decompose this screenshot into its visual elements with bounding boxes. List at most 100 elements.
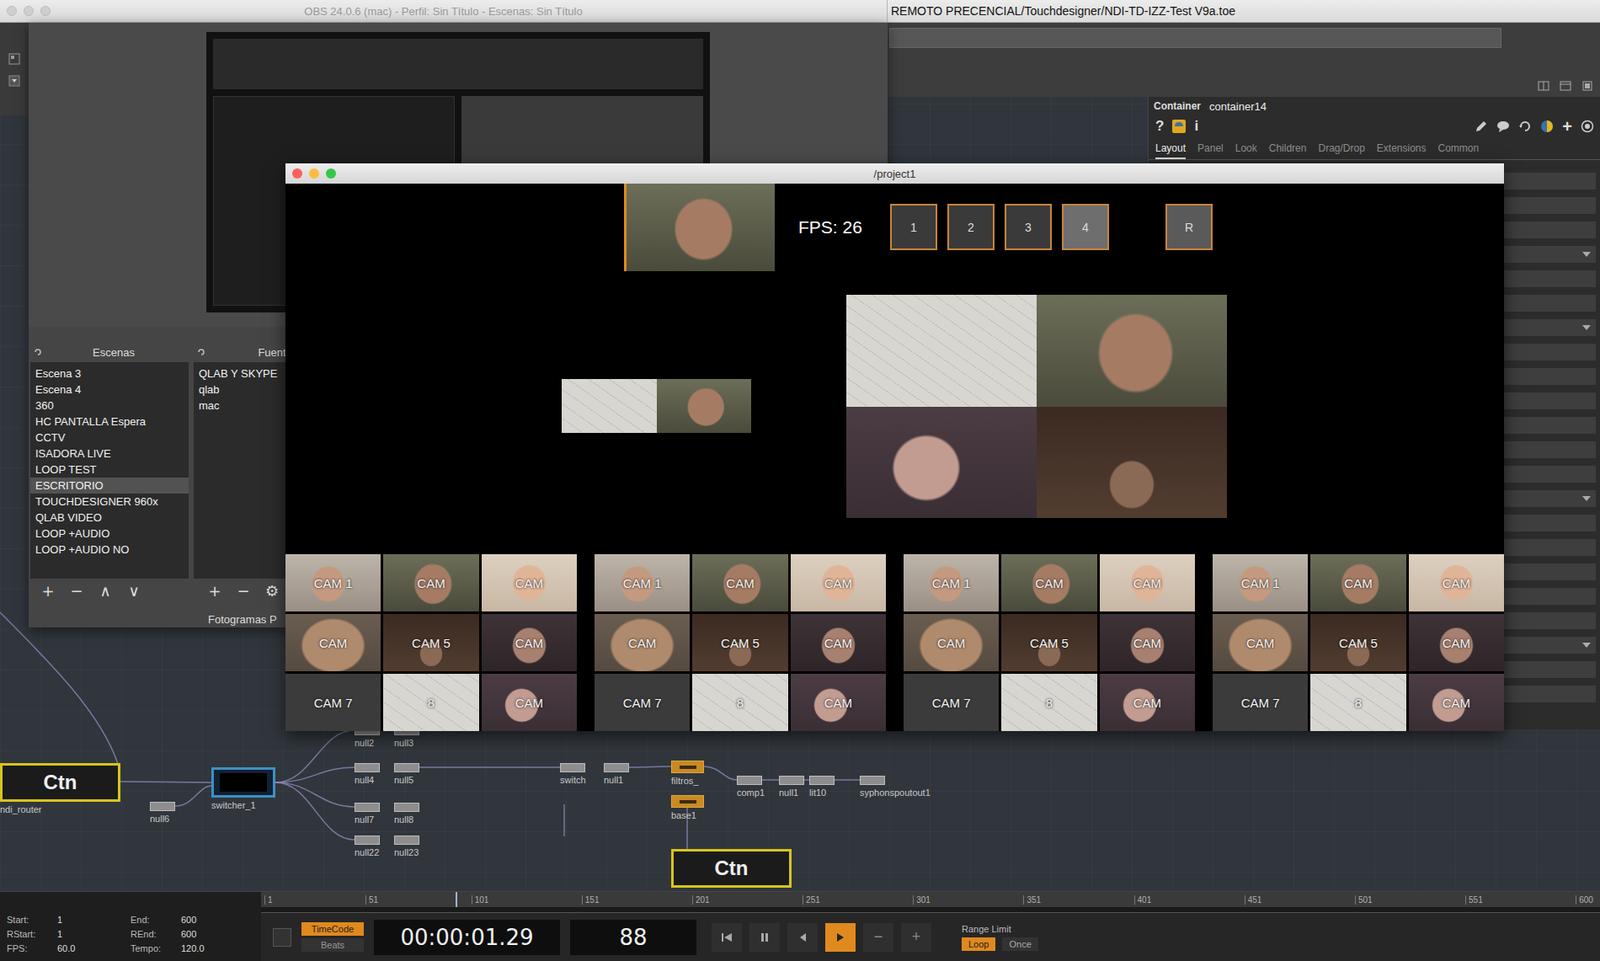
- cam-cell[interactable]: CAM: [1099, 673, 1195, 731]
- dropdown-icon[interactable]: [8, 74, 21, 87]
- scene-item[interactable]: LOOP +AUDIO: [30, 525, 189, 542]
- network-node[interactable]: Ctnndi_router: [0, 762, 121, 815]
- reset-button[interactable]: R: [1165, 203, 1213, 251]
- playhead[interactable]: [455, 891, 458, 907]
- timeline-field[interactable]: RStart:1: [6, 926, 131, 941]
- node-body[interactable]: [394, 762, 420, 773]
- scene-item[interactable]: LOOP +AUDIO NO: [30, 541, 189, 558]
- scene-item[interactable]: TOUCHDESIGNER 960x: [30, 493, 189, 510]
- transport-button[interactable]: [749, 922, 780, 952]
- layout-button[interactable]: 3: [1004, 203, 1052, 251]
- transport-button[interactable]: [711, 922, 742, 952]
- comment-icon[interactable]: [1496, 119, 1510, 134]
- cam-cell[interactable]: CAM: [383, 554, 479, 612]
- target-icon[interactable]: [1580, 119, 1595, 134]
- cam-cell[interactable]: CAM: [1408, 554, 1504, 612]
- cam-cell[interactable]: CAM: [1001, 554, 1097, 612]
- cam-cell[interactable]: CAM: [790, 554, 886, 612]
- timeline-track[interactable]: [261, 906, 1600, 913]
- cam-cell[interactable]: CAM 1: [594, 554, 690, 612]
- dropdown-arrow-icon[interactable]: [1582, 496, 1591, 502]
- cam-cell[interactable]: CAM 7: [1212, 673, 1308, 731]
- toolbar-button[interactable]: +: [35, 581, 61, 600]
- param-tab[interactable]: Look: [1235, 142, 1258, 160]
- cam-cell[interactable]: CAM 5: [1310, 613, 1406, 672]
- range-option[interactable]: Once: [1002, 937, 1038, 951]
- scene-item[interactable]: QLAB VIDEO: [30, 509, 189, 526]
- cam-cell[interactable]: CAM: [790, 673, 886, 731]
- timeline-field[interactable]: End:600: [130, 912, 255, 927]
- network-node[interactable]: null8: [394, 802, 420, 825]
- scene-item[interactable]: ISADORA LIVE: [30, 445, 189, 462]
- cam-cell[interactable]: CAM: [481, 673, 577, 731]
- node-body[interactable]: [394, 835, 420, 845]
- zoom-button[interactable]: [40, 5, 51, 16]
- node-body[interactable]: [354, 802, 380, 812]
- timeline-field[interactable]: Start:1: [6, 912, 131, 927]
- node-body[interactable]: [354, 835, 380, 845]
- layout-icon[interactable]: [8, 53, 21, 65]
- toolbar-button[interactable]: +: [202, 581, 228, 600]
- operator-name[interactable]: container14: [1209, 100, 1267, 113]
- transport-button[interactable]: [787, 922, 818, 952]
- split-icon[interactable]: [1537, 80, 1550, 92]
- cam-cell[interactable]: CAM: [1408, 673, 1504, 731]
- toolbar-button[interactable]: −: [230, 581, 256, 600]
- cam-cell[interactable]: 8: [383, 673, 479, 731]
- refresh-icon[interactable]: [33, 347, 43, 357]
- layout-button[interactable]: 1: [890, 203, 938, 251]
- network-node[interactable]: comp1: [736, 775, 765, 798]
- cam-cell[interactable]: CAM 1: [1212, 554, 1308, 612]
- scene-item[interactable]: CCTV: [30, 429, 189, 446]
- param-tab[interactable]: Layout: [1155, 142, 1186, 160]
- transport-button[interactable]: [825, 922, 856, 952]
- minimize-button[interactable]: [23, 5, 34, 16]
- scene-item[interactable]: 360: [30, 397, 189, 414]
- timeline-field[interactable]: FPS:60.0: [6, 940, 131, 955]
- cam-cell[interactable]: CAM: [285, 613, 381, 672]
- network-node[interactable]: null6: [149, 801, 176, 824]
- network-node[interactable]: null1: [603, 762, 630, 785]
- time-mode-button[interactable]: Beats: [301, 938, 364, 952]
- layout-button[interactable]: 4: [1061, 203, 1110, 251]
- cam-cell[interactable]: CAM: [481, 613, 577, 672]
- options-button[interactable]: [272, 928, 292, 947]
- node-body[interactable]: [354, 762, 380, 773]
- cam-cell[interactable]: CAM: [594, 613, 690, 672]
- path-bar[interactable]: [889, 27, 1502, 48]
- cam-cell[interactable]: CAM: [903, 613, 999, 672]
- network-node[interactable]: filtros_: [671, 760, 704, 786]
- node-body[interactable]: [149, 801, 176, 811]
- toolbar-button[interactable]: ∧: [92, 581, 118, 600]
- node-body[interactable]: [671, 794, 704, 808]
- node-body[interactable]: [859, 775, 886, 785]
- transport-button[interactable]: −: [863, 922, 894, 952]
- cam-cell[interactable]: CAM 5: [1001, 613, 1097, 672]
- cam-cell[interactable]: CAM: [1099, 554, 1195, 612]
- cam-cell[interactable]: 8: [1001, 673, 1097, 731]
- minimize-button[interactable]: [309, 168, 320, 179]
- network-node[interactable]: syphonspoutout1: [859, 775, 931, 798]
- node-body[interactable]: [809, 775, 835, 785]
- cam-cell[interactable]: CAM 1: [285, 554, 381, 612]
- refresh-icon[interactable]: [197, 347, 206, 357]
- network-node[interactable]: switcher_1: [211, 767, 276, 811]
- param-tab[interactable]: Children: [1269, 142, 1307, 160]
- scene-item[interactable]: Escena 4: [30, 381, 189, 398]
- network-node[interactable]: Ctn: [671, 848, 792, 888]
- timeline-field[interactable]: REnd:600: [130, 926, 255, 941]
- close-button[interactable]: [6, 5, 17, 16]
- cam-cell[interactable]: CAM 5: [383, 613, 479, 672]
- cam-cell[interactable]: CAM: [1408, 613, 1504, 672]
- cam-cell[interactable]: CAM 7: [903, 673, 999, 731]
- network-node[interactable]: null22: [354, 835, 380, 858]
- info-button[interactable]: i: [1194, 117, 1199, 135]
- pencil-icon[interactable]: [1474, 119, 1488, 134]
- cam-cell[interactable]: CAM 7: [285, 673, 381, 731]
- timeline-field[interactable]: Tempo:120.0: [130, 940, 255, 955]
- node-body[interactable]: [560, 762, 586, 773]
- param-tab[interactable]: Extensions: [1376, 142, 1427, 160]
- cam-cell[interactable]: CAM: [1310, 554, 1406, 612]
- dropdown-arrow-icon[interactable]: [1582, 325, 1591, 331]
- window-icon[interactable]: [1559, 80, 1572, 92]
